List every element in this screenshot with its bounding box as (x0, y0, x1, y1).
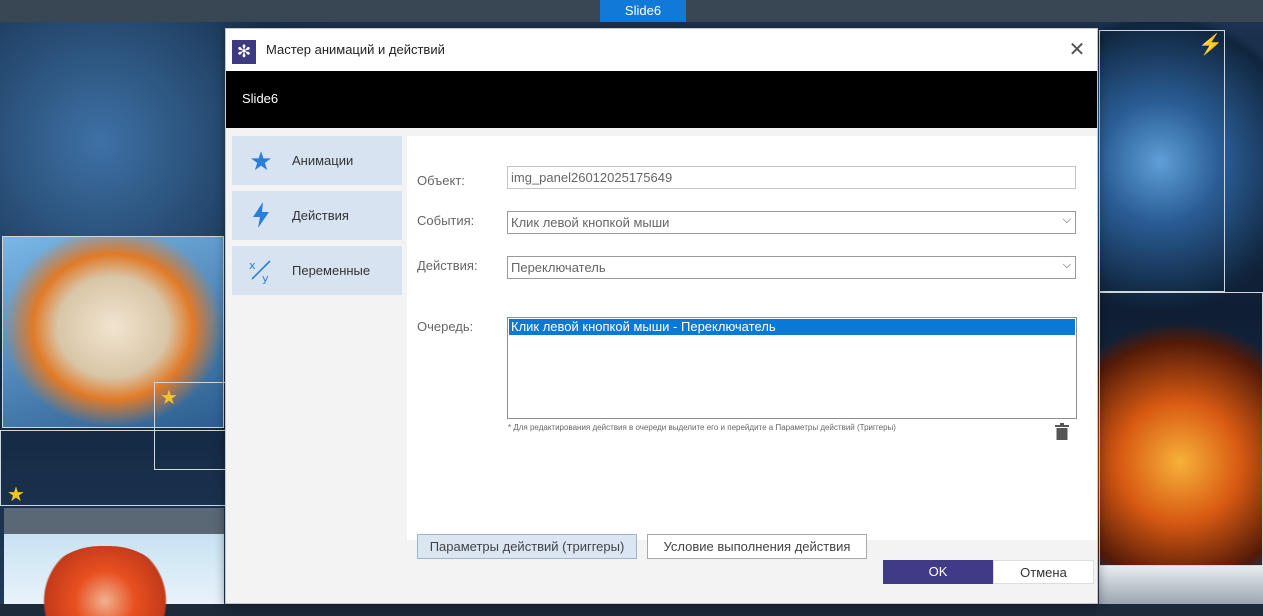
lightning-icon: ⚡ (1198, 34, 1223, 56)
comic-panel-top-left[interactable] (0, 430, 226, 506)
nav-item-variables[interactable]: x y Переменные (232, 246, 402, 295)
star-icon: ★ (249, 146, 273, 176)
object-value: img_panel26012025175649 (511, 170, 673, 185)
dialog-header: Slide6 (226, 71, 1097, 128)
star-icon: ★ (160, 387, 178, 409)
cancel-button[interactable]: Отмена (993, 560, 1094, 584)
queue-list[interactable]: Клик левой кнопкой мыши - Переключатель (507, 317, 1077, 419)
comic-panel-planet[interactable] (1099, 30, 1225, 292)
dialog-titlebar: ✻ Мастер анимаций и действий ✕ (226, 29, 1097, 71)
app-logo-icon: ✻ (232, 40, 256, 64)
header-slide-title: Slide6 (242, 91, 279, 106)
nav-item-label: Анимации (292, 153, 354, 168)
nav-item-actions[interactable]: Действия (232, 191, 402, 240)
editor-topbar: Slide6 (0, 0, 1263, 22)
slide-tab[interactable]: Slide6 (600, 0, 686, 22)
events-label: События: (417, 213, 475, 228)
animation-actions-dialog: ✻ Мастер анимаций и действий ✕ Slide6 ★ … (225, 28, 1098, 604)
action-params-button[interactable]: Параметры действий (триггеры) (417, 534, 637, 559)
chevron-down-icon: ⌵ (1062, 214, 1071, 226)
comic-panel-explosion[interactable] (1099, 292, 1263, 566)
queue-item-selected[interactable]: Клик левой кнопкой мыши - Переключатель (509, 319, 1075, 335)
chevron-down-icon: ⌵ (1062, 259, 1071, 271)
ok-button[interactable]: OK (883, 560, 993, 584)
actions-select[interactable]: Переключатель ⌵ (507, 256, 1076, 279)
events-select[interactable]: Клик левой кнопкой мыши ⌵ (507, 211, 1076, 234)
svg-text:x: x (249, 259, 256, 272)
events-value: Клик левой кнопкой мыши (511, 215, 670, 230)
actions-label: Действия: (417, 258, 478, 273)
object-label: Объект: (417, 173, 465, 188)
variables-icon: x y (246, 256, 276, 286)
comic-panel-ship-right[interactable] (1099, 566, 1263, 604)
object-field[interactable]: img_panel26012025175649 (507, 166, 1076, 189)
star-icon: ★ (7, 484, 25, 506)
svg-text:y: y (262, 272, 269, 284)
actions-value: Переключатель (511, 260, 606, 275)
nav-item-label: Переменные (292, 263, 371, 278)
action-condition-button[interactable]: Условие выполнения действия (647, 534, 867, 559)
nav-item-label: Действия (292, 208, 349, 223)
close-icon[interactable]: ✕ (1064, 38, 1090, 62)
nav-item-animations[interactable]: ★ Анимации (232, 136, 402, 185)
dialog-nav: ★ Анимации Действия x y Переменные (232, 136, 402, 301)
queue-hint: * Для редактирования действия в очереди … (508, 423, 896, 432)
lightning-icon (246, 201, 276, 231)
dialog-title: Мастер анимаций и действий (266, 42, 445, 57)
trash-icon[interactable] (1054, 423, 1070, 441)
queue-label: Очередь: (417, 319, 474, 334)
actions-panel: Объект: img_panel26012025175649 События:… (407, 136, 1097, 559)
